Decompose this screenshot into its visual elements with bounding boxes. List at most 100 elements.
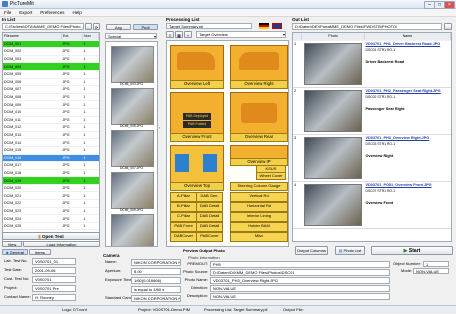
table-row[interactable]: DCIM_016 JPG 1 [3,154,99,163]
splitter-left[interactable]: › [98,155,102,163]
table-row[interactable]: DCIM_024 JPG 1 [3,214,99,223]
table-row[interactable]: DCIM_003 JPG 1 [3,55,99,64]
table-row[interactable]: 2 VD03701_PH2_Passenger Seat Right.JPG DSC… [293,87,451,135]
table-row[interactable]: DCIM_021 JPG 1 [3,191,99,201]
table-row[interactable]: 4 VD03701_PO51_Overview Front.JPG DSC07 ST… [293,181,451,229]
steering-column-gauge-label[interactable]: Steering Column Gauge [230,182,288,191]
photo-filename-link[interactable]: VD03701_PH1_Driver Backrest Road.JPG [366,41,450,47]
field-input[interactable]: V0S0701 Pre [32,285,76,292]
review-field-value[interactable]: NON-VALUE [210,285,390,292]
mode-field[interactable]: NON-VALUE [413,268,449,274]
col-photo[interactable]: Photo [301,33,365,41]
review-field-value[interactable]: VD03701_PH3_Overview Right.JPG [210,277,390,284]
col-ext[interactable]: Ext. [61,33,83,41]
target-cell[interactable]: DAB Gen. [196,192,223,202]
table-row[interactable]: DCIM_023 JPG 1 [3,207,99,216]
tab-view[interactable]: View [2,241,22,247]
overview-rear-diagram[interactable] [230,92,288,134]
browse-folder-button[interactable]: … [85,23,92,30]
camera-field-value[interactable]: NIKON CORPORATION NIKON D70 [131,295,181,302]
target-cell[interactable]: Horizontal Rd [230,202,288,212]
menu-export[interactable]: Export [15,9,36,17]
table-row[interactable]: 3 VD03701_PH3_Overview Right.JPG DSC03 STR… [293,134,451,182]
photo-thumbnail[interactable] [304,42,362,85]
table-row[interactable]: DCIM_018 JPG 1 [3,169,99,178]
target-dropdown[interactable]: Target Overview ▾ [196,31,286,38]
table-row[interactable]: DCIM_007 JPG 1 [3,85,99,94]
table-row[interactable]: DCIM_012 JPG 1 [3,123,99,132]
field-input[interactable]: H. Rooney [32,294,76,301]
camera-field-value[interactable]: 8.00 [131,268,181,275]
table-row[interactable]: DCIM_009 JPG 1 [3,100,99,109]
camera-field-value[interactable]: NIKON CORPORATION NIKON D70 [131,259,181,266]
pab-deployed-label[interactable]: PAB Deployed [183,113,211,120]
table-row[interactable]: 1 VD03701_PH1_Driver Backrest Road.JPG DSC… [293,40,451,88]
object-number-field[interactable]: 1 [423,261,449,267]
target-cell[interactable]: Interior Lining [230,212,288,222]
col-filename[interactable]: Filename [3,33,62,41]
overview-ip-diagram[interactable] [230,145,288,159]
col-number[interactable]: Nun [82,33,99,41]
table-row[interactable]: DCIM_002 JPG 1 [3,47,99,56]
thumbnail-image[interactable] [111,130,154,167]
photo-thumbnail[interactable] [304,89,362,132]
processing-target-field[interactable]: Target Summary.pil [166,23,252,29]
menu-file[interactable]: File [0,9,15,17]
tab-any[interactable]: Any [106,24,131,30]
overview-right-label[interactable]: Overview Right [230,80,288,89]
field-input[interactable]: 2001-09-06 [32,267,76,274]
open-test-button[interactable]: ▮ Open Test [2,232,100,240]
target-cell[interactable]: Misc [230,232,288,242]
target-cell[interactable]: B-Pillar [170,202,197,212]
table-row[interactable]: DCIM_001 JPG 1 [3,40,99,49]
table-row[interactable]: DCIM_020 JPG 1 [3,184,99,193]
browse-output-button[interactable]: … [444,23,452,30]
menu-preferences[interactable]: Preferences [36,9,68,17]
view-grid-icon[interactable]: ▦ [175,31,183,38]
out-list-table[interactable]: Photo Name 1 VD03701_PH1_Driver Backrest … [292,32,452,242]
camera-field-value[interactable]: is equal to 1/60 s [131,286,181,293]
table-row[interactable]: DCIM_004 JPG 1 [3,62,99,71]
overview-left-diagram[interactable] [170,45,224,81]
table-row[interactable]: DCIM_025 JPG 1 [3,222,99,231]
table-row[interactable]: DCIM_005 JPG 1 [3,70,99,79]
tab-general[interactable]: ■ General [2,249,28,255]
target-cell[interactable]: Holder BAM [230,222,288,232]
thumbnail-image[interactable] [111,88,154,125]
photo-thumbnail[interactable] [304,183,362,226]
overview-left-label[interactable]: Overview Left [170,80,224,89]
menu-help[interactable]: Help [69,9,86,17]
thumbnail-image[interactable] [111,172,154,209]
target-cell[interactable]: Vertical Rd [230,192,288,202]
field-input[interactable]: V0S0701_01 [32,258,76,265]
field-input[interactable]: V0S0701 [32,276,76,283]
close-button[interactable]: × [444,1,455,9]
table-row[interactable]: DCIM_010 JPG 1 [3,108,99,117]
col-name[interactable]: Name [364,33,451,41]
in-list-table[interactable]: Filename Ext. Nun DCIM_001 JPG 1 DCIM_002 JP… [2,32,100,242]
wheel-cover-label[interactable]: Wheel Cover [256,172,286,180]
overview-front-label[interactable]: Overview Front [170,133,224,142]
table-row[interactable]: DCIM_006 JPG 1 [3,78,99,87]
thumbnail-image[interactable] [111,214,154,246]
table-row[interactable]: DCIM_015 JPG 1 [3,146,99,155]
filter-select[interactable]: Special ▾ [105,33,157,39]
camera-field-value[interactable]: 1/60(0.016666) [131,277,181,284]
review-field-value[interactable]: D:\Daten\DIXMM_DEMO Files\Photos\DSC01 [210,269,390,276]
overview-top-diagram[interactable] [170,145,224,183]
thumbnail-list[interactable]: DCIM_003.JPG DCIM_005.JPG DCIM_007.JPG DCIM… [105,41,158,247]
table-row[interactable]: DCIM_014 JPG 1 [3,138,99,147]
scroll-left-arrow[interactable]: ‹ [157,125,162,133]
in-list-path-field[interactable]: C:\Src\test\DTA\NAME_DEMO Files\Photo... [2,23,84,30]
table-row[interactable]: DCIM_022 JPG 1 [3,199,99,208]
pab-folded-label[interactable]: PAB Folded [183,121,211,128]
table-row[interactable]: DCIM_013 JPG 1 [3,131,99,140]
target-cell[interactable]: DAB Detail [196,212,223,222]
table-row[interactable]: DCIM_017 JPG 1 [3,161,99,170]
table-row[interactable]: DCIM_011 JPG 1 [3,116,99,125]
target-cell[interactable]: DAB Detail [196,202,223,212]
target-cell[interactable]: A-Pillar [170,192,197,202]
target-cell[interactable]: DABCover [170,232,197,242]
english-flag-icon[interactable] [272,23,282,29]
view-list-icon[interactable]: ≡ [166,31,174,38]
